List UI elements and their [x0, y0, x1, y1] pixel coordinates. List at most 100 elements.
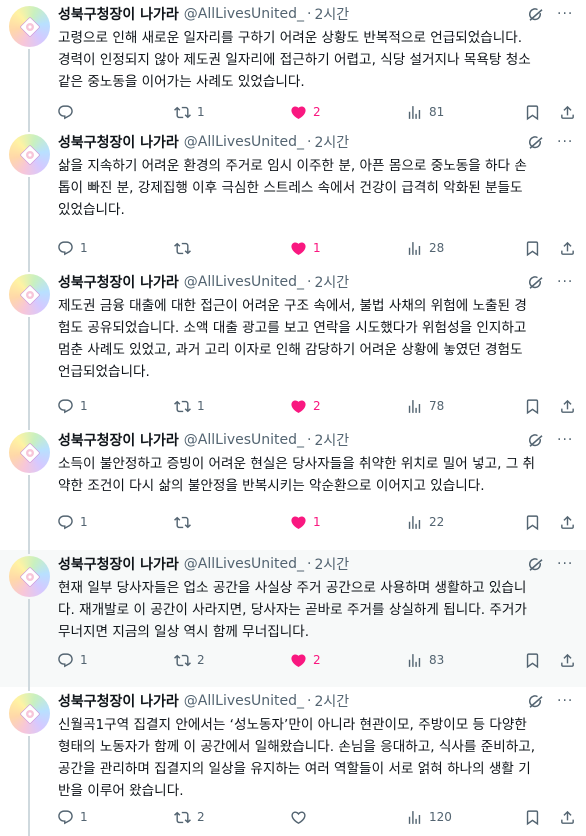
more-icon[interactable]: ··· [557, 432, 577, 450]
views-icon [406, 398, 423, 415]
tweet-text-line: 약한 조건이 다시 삶의 불안정을 반복시키는 악순환으로 이어지고 있습니다. [58, 478, 485, 494]
avatar[interactable] [9, 134, 50, 175]
reply-icon [57, 652, 74, 669]
bookmark-button[interactable] [524, 237, 541, 259]
avatar[interactable] [9, 556, 50, 597]
reply-icon [57, 240, 74, 257]
share-button[interactable] [559, 395, 576, 417]
author-name[interactable]: 성북구청장이 나가라 [58, 691, 179, 711]
views-button[interactable]: 83 [406, 649, 444, 671]
grok-icon[interactable] [527, 432, 545, 450]
author-handle[interactable]: @AllLivesUnited_ [184, 556, 304, 572]
reply-button[interactable] [57, 101, 80, 123]
tweet[interactable]: 성북구청장이 나가라 @AllLivesUnited_ · 2시간 ··· 현재 일부 당… [0, 550, 586, 687]
tweet-text-line: 험도 공유되었습니다. 소액 대출 광고를 보고 연락을 시도했다가 위험성을 … [58, 320, 527, 336]
tweet-header: 성북구청장이 나가라 @AllLivesUnited_ · 2시간 [58, 272, 349, 292]
reply-button[interactable]: 1 [57, 806, 88, 828]
author-name[interactable]: 성북구청장이 나가라 [58, 4, 179, 24]
timestamp[interactable]: 2시간 [315, 272, 350, 292]
like-button[interactable]: 1 [290, 237, 321, 259]
like-button[interactable]: 2 [290, 101, 321, 123]
author-handle[interactable]: @AllLivesUnited_ [184, 432, 304, 448]
share-button[interactable] [559, 101, 576, 123]
bookmark-button[interactable] [524, 806, 541, 828]
views-button[interactable]: 78 [406, 395, 444, 417]
views-button[interactable]: 22 [406, 511, 444, 533]
share-icon [559, 514, 576, 531]
avatar[interactable] [9, 693, 50, 734]
more-icon[interactable]: ··· [557, 556, 577, 574]
tweet[interactable]: 성북구청장이 나가라 @AllLivesUnited_ · 2시간 ··· 삶을 지속하기… [0, 128, 586, 268]
tweet[interactable]: 성북구청장이 나가라 @AllLivesUnited_ · 2시간 ··· 제도권 금융 … [0, 268, 586, 426]
share-button[interactable] [559, 806, 576, 828]
reply-button[interactable]: 1 [57, 511, 88, 533]
like-button[interactable]: 1 [290, 511, 321, 533]
more-icon[interactable]: ··· [557, 274, 577, 292]
like-count: 2 [313, 105, 321, 119]
grok-icon[interactable] [527, 6, 545, 24]
thread-connector [28, 599, 30, 687]
thread-connector [28, 128, 30, 132]
views-icon [406, 652, 423, 669]
tweet-text-line: 반을 이루어 왔습니다. [58, 783, 184, 799]
bookmark-button[interactable] [524, 395, 541, 417]
timestamp[interactable]: 2시간 [315, 691, 350, 711]
grok-icon[interactable] [527, 556, 545, 574]
share-button[interactable] [559, 649, 576, 671]
avatar[interactable] [9, 6, 50, 47]
separator-dot: · [307, 693, 312, 709]
author-handle[interactable]: @AllLivesUnited_ [184, 693, 304, 709]
author-handle[interactable]: @AllLivesUnited_ [184, 134, 304, 150]
tweet-text-line: 형태의 노동자가 함께 이 공간에서 일해왔습니다. 손님을 응대하고, 식사를… [58, 739, 536, 755]
like-button[interactable]: 2 [290, 649, 321, 671]
views-count: 83 [429, 653, 445, 667]
retweet-button[interactable] [174, 237, 197, 259]
bookmark-button[interactable] [524, 511, 541, 533]
share-icon [559, 240, 576, 257]
author-handle[interactable]: @AllLivesUnited_ [184, 274, 304, 290]
author-name[interactable]: 성북구청장이 나가라 [58, 430, 179, 450]
timestamp[interactable]: 2시간 [315, 132, 350, 152]
timestamp[interactable]: 2시간 [315, 4, 350, 24]
more-icon[interactable]: ··· [557, 134, 577, 152]
views-button[interactable]: 81 [406, 101, 444, 123]
grok-icon[interactable] [527, 134, 545, 152]
like-button[interactable]: 2 [290, 395, 321, 417]
tweet[interactable]: 성북구청장이 나가라 @AllLivesUnited_ · 2시간 ··· 고령으로 인해… [0, 0, 586, 128]
separator-dot: · [307, 6, 312, 22]
bookmark-button[interactable] [524, 649, 541, 671]
timestamp[interactable]: 2시간 [315, 554, 350, 574]
author-name[interactable]: 성북구청장이 나가라 [58, 554, 179, 574]
views-button[interactable]: 28 [406, 237, 444, 259]
share-button[interactable] [559, 237, 576, 259]
tweet-text-line: 제도권 금융 대출에 대한 접근이 어려운 구조 속에서, 불법 사채의 위험에… [58, 298, 527, 314]
bookmark-icon [524, 240, 541, 257]
more-icon[interactable]: ··· [557, 6, 577, 24]
reply-button[interactable]: 1 [57, 649, 88, 671]
bookmark-button[interactable] [524, 101, 541, 123]
retweet-icon [174, 104, 191, 121]
tweet[interactable]: 성북구청장이 나가라 @AllLivesUnited_ · 2시간 ··· 소득이 불안정… [0, 426, 586, 550]
views-count: 28 [429, 241, 445, 255]
retweet-button[interactable] [174, 511, 197, 533]
tweet[interactable]: 성북구청장이 나가라 @AllLivesUnited_ · 2시간 ··· 신월곡1구역 … [0, 687, 586, 836]
grok-icon[interactable] [527, 274, 545, 292]
timestamp[interactable]: 2시간 [315, 430, 350, 450]
avatar[interactable] [9, 274, 50, 315]
more-icon[interactable]: ··· [557, 693, 577, 711]
tweet-text-line: 무너지면 지금의 일상 역시 함께 무너집니다. [58, 624, 310, 640]
like-button[interactable] [290, 806, 313, 828]
retweet-button[interactable]: 2 [174, 806, 205, 828]
avatar[interactable] [9, 432, 50, 473]
author-handle[interactable]: @AllLivesUnited_ [184, 6, 304, 22]
author-name[interactable]: 성북구청장이 나가라 [58, 132, 179, 152]
author-name[interactable]: 성북구청장이 나가라 [58, 272, 179, 292]
retweet-button[interactable]: 2 [174, 649, 205, 671]
retweet-button[interactable]: 1 [174, 101, 205, 123]
retweet-button[interactable]: 1 [174, 395, 205, 417]
grok-icon[interactable] [527, 693, 545, 711]
reply-button[interactable]: 1 [57, 237, 88, 259]
views-button[interactable]: 120 [406, 806, 452, 828]
share-button[interactable] [559, 511, 576, 533]
reply-button[interactable]: 1 [57, 395, 88, 417]
